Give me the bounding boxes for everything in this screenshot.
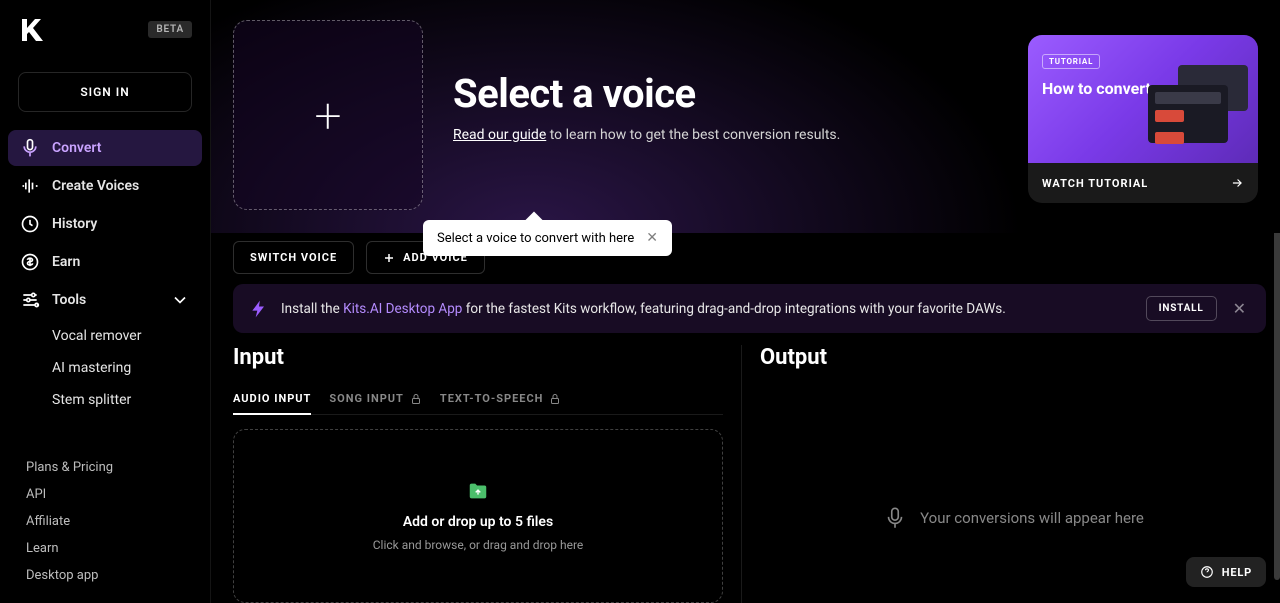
desktop-app-banner: Install the Kits.AI Desktop App for the … bbox=[233, 284, 1266, 333]
microphone-icon bbox=[20, 138, 40, 158]
watch-tutorial-label: WATCH TUTORIAL bbox=[1042, 177, 1148, 190]
nav-subitem-stem-splitter[interactable]: Stem splitter bbox=[52, 384, 202, 416]
hero-text: Select a voice Read our guide to learn h… bbox=[453, 20, 998, 233]
hero-section: + Select a voice Read our guide to learn… bbox=[211, 0, 1280, 233]
tools-subitems: Vocal remover AI mastering Stem splitter bbox=[8, 320, 202, 416]
nav-subitem-ai-mastering[interactable]: AI mastering bbox=[52, 352, 202, 384]
io-area: Input AUDIO INPUT SONG INPUT TEXT-TO-SPE… bbox=[233, 345, 1266, 603]
file-dropzone[interactable]: Add or drop up to 5 files Click and brow… bbox=[233, 429, 723, 603]
install-button[interactable]: INSTALL bbox=[1146, 296, 1217, 321]
input-title: Input bbox=[233, 345, 723, 370]
footer-link-learn[interactable]: Learn bbox=[26, 535, 184, 562]
nav-item-earn[interactable]: Earn bbox=[8, 244, 202, 280]
nav-label: History bbox=[52, 216, 97, 232]
tutorial-card[interactable]: TUTORIAL How to convert a voice WATCH TU… bbox=[1028, 35, 1258, 203]
chevron-down-icon bbox=[170, 290, 190, 310]
lightning-icon bbox=[249, 299, 269, 319]
lock-icon bbox=[410, 393, 422, 405]
nav-label: Convert bbox=[52, 140, 101, 156]
app-logo bbox=[18, 17, 50, 41]
nav-item-create-voices[interactable]: Create Voices bbox=[8, 168, 202, 204]
dropzone-subtitle: Click and browse, or drag and drop here bbox=[373, 538, 584, 552]
tutorial-badge: TUTORIAL bbox=[1042, 54, 1100, 69]
tab-label: TEXT-TO-SPEECH bbox=[440, 392, 544, 405]
footer-link-affiliate[interactable]: Affiliate bbox=[26, 508, 184, 535]
tutorial-mockup bbox=[1148, 65, 1248, 153]
tooltip-close-button[interactable]: ✕ bbox=[646, 230, 658, 246]
sign-in-button[interactable]: SIGN IN bbox=[18, 72, 192, 112]
output-empty-text: Your conversions will appear here bbox=[920, 509, 1144, 527]
hero-title: Select a voice bbox=[453, 70, 998, 117]
plus-icon bbox=[383, 252, 395, 264]
output-title: Output bbox=[760, 345, 1266, 370]
soundwave-icon bbox=[20, 176, 40, 196]
nav-label: Earn bbox=[52, 254, 80, 270]
help-label: HELP bbox=[1222, 566, 1252, 579]
help-icon bbox=[1200, 565, 1214, 579]
nav-item-convert[interactable]: Convert bbox=[8, 130, 202, 166]
add-voice-card[interactable]: + bbox=[233, 20, 423, 210]
lock-icon bbox=[549, 393, 561, 405]
switch-voice-button[interactable]: SWITCH VOICE bbox=[233, 241, 354, 274]
arrow-right-icon bbox=[1230, 176, 1244, 190]
history-icon bbox=[20, 214, 40, 234]
footer-link-desktop[interactable]: Desktop app bbox=[26, 562, 184, 589]
select-voice-tooltip: Select a voice to convert with here ✕ bbox=[423, 220, 672, 256]
plus-icon: + bbox=[314, 87, 341, 144]
nav-item-tools[interactable]: Tools bbox=[8, 282, 202, 318]
nav-label: Create Voices bbox=[52, 178, 139, 194]
nav-subitem-vocal-remover[interactable]: Vocal remover bbox=[52, 320, 202, 352]
folder-upload-icon bbox=[465, 480, 491, 502]
tutorial-preview: TUTORIAL How to convert a voice bbox=[1028, 35, 1258, 163]
guide-link[interactable]: Read our guide bbox=[453, 127, 546, 143]
main-content: + Select a voice Read our guide to learn… bbox=[211, 0, 1280, 603]
sidebar: BETA SIGN IN Convert Create Voices Histo… bbox=[0, 0, 211, 603]
tutorial-footer: WATCH TUTORIAL bbox=[1028, 163, 1258, 203]
tab-song-input[interactable]: SONG INPUT bbox=[329, 384, 422, 415]
sliders-icon bbox=[20, 290, 40, 310]
beta-badge: BETA bbox=[148, 21, 192, 38]
hero-subtitle: Read our guide to learn how to get the b… bbox=[453, 127, 998, 143]
nav-label: Tools bbox=[52, 292, 86, 308]
main-nav: Convert Create Voices History Earn Tools… bbox=[0, 130, 210, 444]
help-button[interactable]: HELP bbox=[1186, 557, 1266, 587]
desktop-app-link[interactable]: Kits.AI Desktop App bbox=[343, 301, 462, 317]
dollar-icon bbox=[20, 252, 40, 272]
banner-close-button[interactable]: ✕ bbox=[1229, 299, 1250, 318]
footer-links: Plans & Pricing API Affiliate Learn Desk… bbox=[0, 444, 210, 603]
footer-link-api[interactable]: API bbox=[26, 481, 184, 508]
sidebar-header: BETA bbox=[0, 0, 210, 58]
input-panel: Input AUDIO INPUT SONG INPUT TEXT-TO-SPE… bbox=[233, 345, 741, 603]
hero-subtitle-rest: to learn how to get the best conversion … bbox=[546, 127, 840, 143]
tab-audio-input[interactable]: AUDIO INPUT bbox=[233, 384, 311, 415]
tab-label: SONG INPUT bbox=[329, 392, 404, 405]
banner-text: Install the Kits.AI Desktop App for the … bbox=[281, 301, 1134, 317]
nav-item-history[interactable]: History bbox=[8, 206, 202, 242]
microphone-icon bbox=[882, 505, 908, 531]
tooltip-text: Select a voice to convert with here bbox=[437, 231, 634, 246]
input-tabs: AUDIO INPUT SONG INPUT TEXT-TO-SPEECH bbox=[233, 384, 723, 415]
footer-link-plans[interactable]: Plans & Pricing bbox=[26, 454, 184, 481]
tab-text-to-speech[interactable]: TEXT-TO-SPEECH bbox=[440, 384, 562, 415]
dropzone-title: Add or drop up to 5 files bbox=[403, 514, 553, 530]
